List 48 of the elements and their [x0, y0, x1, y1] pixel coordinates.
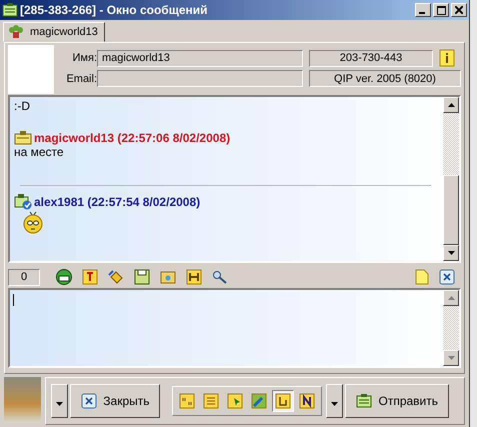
smiley-icon	[22, 210, 44, 234]
uin-field: 203-730-443	[309, 50, 433, 66]
dropdown-button[interactable]	[326, 384, 344, 418]
notepad-icon	[2, 3, 18, 17]
notepad-icon	[14, 131, 32, 145]
close-chat-button[interactable]: Закрыть	[70, 384, 160, 418]
client-field: QIP ver. 2005 (8020)	[309, 70, 461, 87]
notepad-icon	[356, 394, 372, 408]
floppy-disk-icon[interactable]	[132, 269, 152, 285]
close-icon[interactable]	[437, 269, 457, 285]
caret-icon	[56, 402, 64, 406]
up-arrow-icon	[448, 103, 454, 107]
up-arrow-icon	[448, 296, 454, 300]
close-icon	[455, 6, 463, 14]
name-label: Имя:	[72, 52, 97, 64]
name-field: magicworld13	[97, 50, 303, 66]
format-toggle[interactable]	[272, 390, 294, 412]
letter-t-icon[interactable]	[80, 269, 100, 285]
close-icon	[81, 393, 98, 409]
message-header: magicworld13 (22:57:06 8/02/2008)	[34, 131, 230, 145]
notepad-check-icon	[14, 194, 32, 210]
folder-icon[interactable]	[158, 269, 178, 285]
close-button[interactable]	[451, 3, 467, 17]
window-title: [285-383-266] - Окно сообщений	[20, 3, 208, 17]
maximize-icon	[436, 6, 446, 14]
maximize-button[interactable]	[433, 3, 449, 17]
message-text: на месте	[14, 145, 65, 159]
contact-tab[interactable]: magicworld13	[3, 22, 105, 42]
minimize-button[interactable]	[415, 3, 431, 17]
letter-h-icon[interactable]	[184, 269, 204, 285]
scrollbar[interactable]	[443, 97, 459, 261]
send-button[interactable]: Отправить	[345, 384, 449, 418]
caret-icon	[331, 402, 338, 406]
photo-placeholder	[4, 377, 42, 423]
message-text: :-D	[14, 99, 31, 113]
down-arrow-icon	[448, 356, 454, 360]
note-icon[interactable]	[413, 269, 431, 285]
flower-icon	[8, 25, 24, 39]
email-label: Email:	[66, 72, 97, 84]
dropdown-button[interactable]	[51, 384, 68, 418]
character-counter: 0	[8, 268, 40, 286]
scrollbar[interactable]	[443, 290, 459, 366]
message-header: alex1981 (22:57:54 8/02/2008)	[34, 195, 200, 209]
message-input-field[interactable]	[8, 288, 461, 368]
avatar-placeholder	[8, 45, 54, 94]
grinning-face-icon[interactable]	[54, 269, 74, 285]
info-icon[interactable]	[439, 49, 455, 67]
down-arrow-icon	[448, 251, 454, 255]
